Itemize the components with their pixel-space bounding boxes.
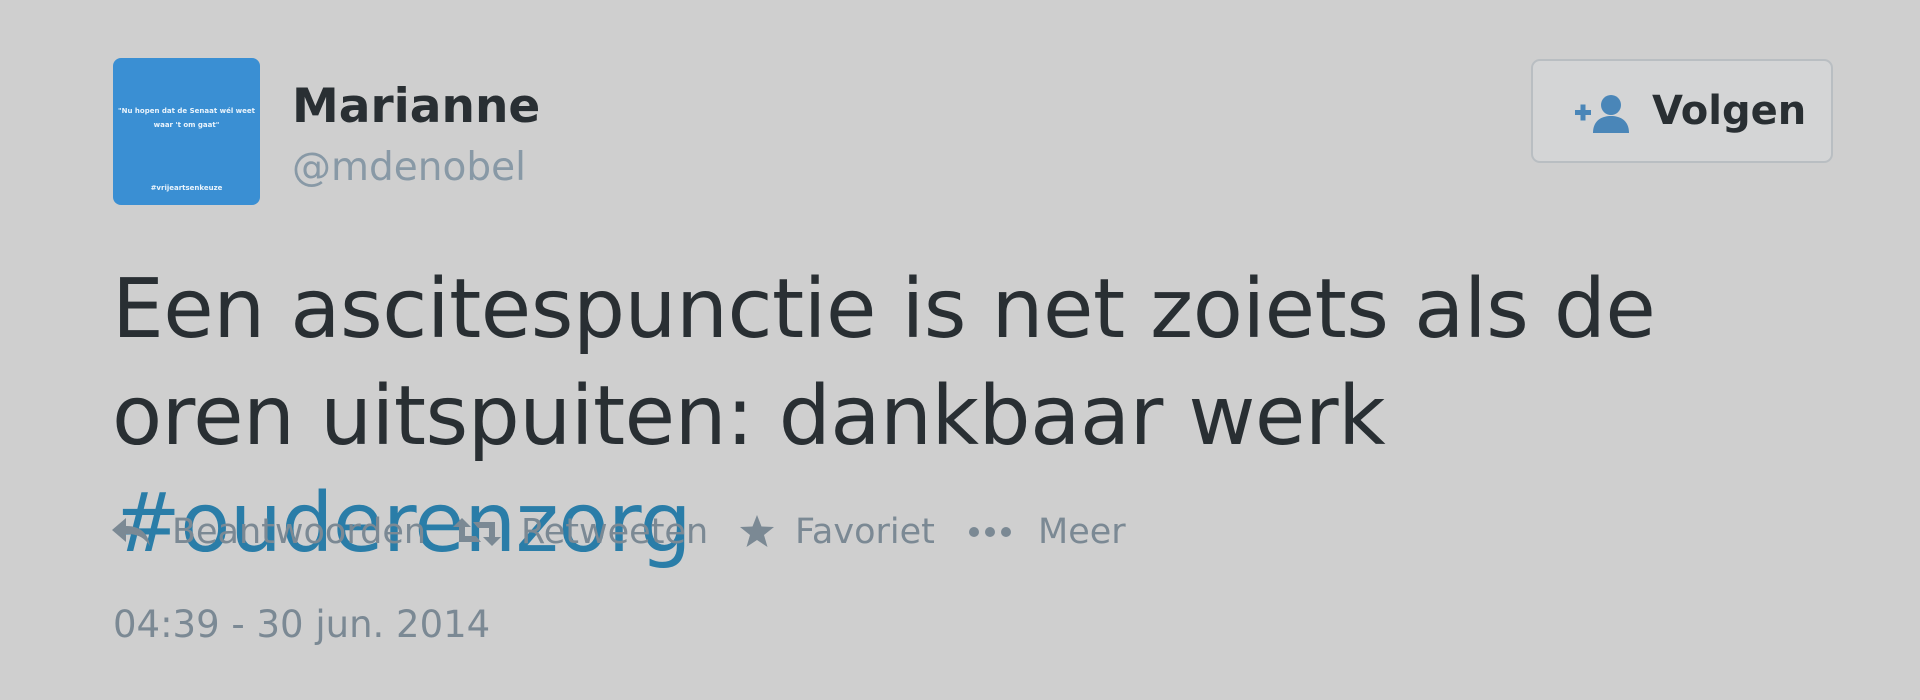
- follow-button-label: Volgen: [1652, 88, 1807, 134]
- favorite-label: Favoriet: [795, 512, 935, 552]
- more-label: Meer: [1038, 512, 1126, 552]
- tweet-timestamp[interactable]: 04:39 - 30 jun. 2014: [113, 602, 490, 648]
- follow-user-icon: [1575, 95, 1629, 133]
- retweet-button[interactable]: Retweeten: [453, 508, 723, 556]
- reply-label: Beantwoorden: [172, 512, 427, 552]
- reply-button[interactable]: Beantwoorden: [111, 508, 426, 556]
- avatar[interactable]: "Nu hopen dat de Senaat wél weet waar 't…: [113, 58, 260, 205]
- more-dots-icon: [969, 527, 1011, 537]
- retweet-label: Retweeten: [521, 512, 709, 552]
- tweet-body: Een ascitespunctie is net zoiets als de …: [112, 262, 1656, 464]
- reply-icon: [112, 518, 150, 546]
- favorite-button[interactable]: Favoriet: [739, 508, 949, 556]
- tweet-card: "Nu hopen dat de Senaat wél weet waar 't…: [0, 0, 1920, 700]
- retweet-icon: [453, 518, 501, 546]
- avatar-hashtag-text: #vrijeartsenkeuze: [150, 184, 223, 192]
- follow-button[interactable]: Volgen: [1531, 59, 1833, 163]
- more-button[interactable]: Meer: [968, 508, 1128, 556]
- user-handle[interactable]: @mdenobel: [292, 144, 526, 192]
- avatar-quote-text: "Nu hopen dat de Senaat wél weet waar 't…: [118, 107, 255, 129]
- user-name[interactable]: Marianne: [292, 79, 540, 135]
- star-icon: [740, 515, 774, 547]
